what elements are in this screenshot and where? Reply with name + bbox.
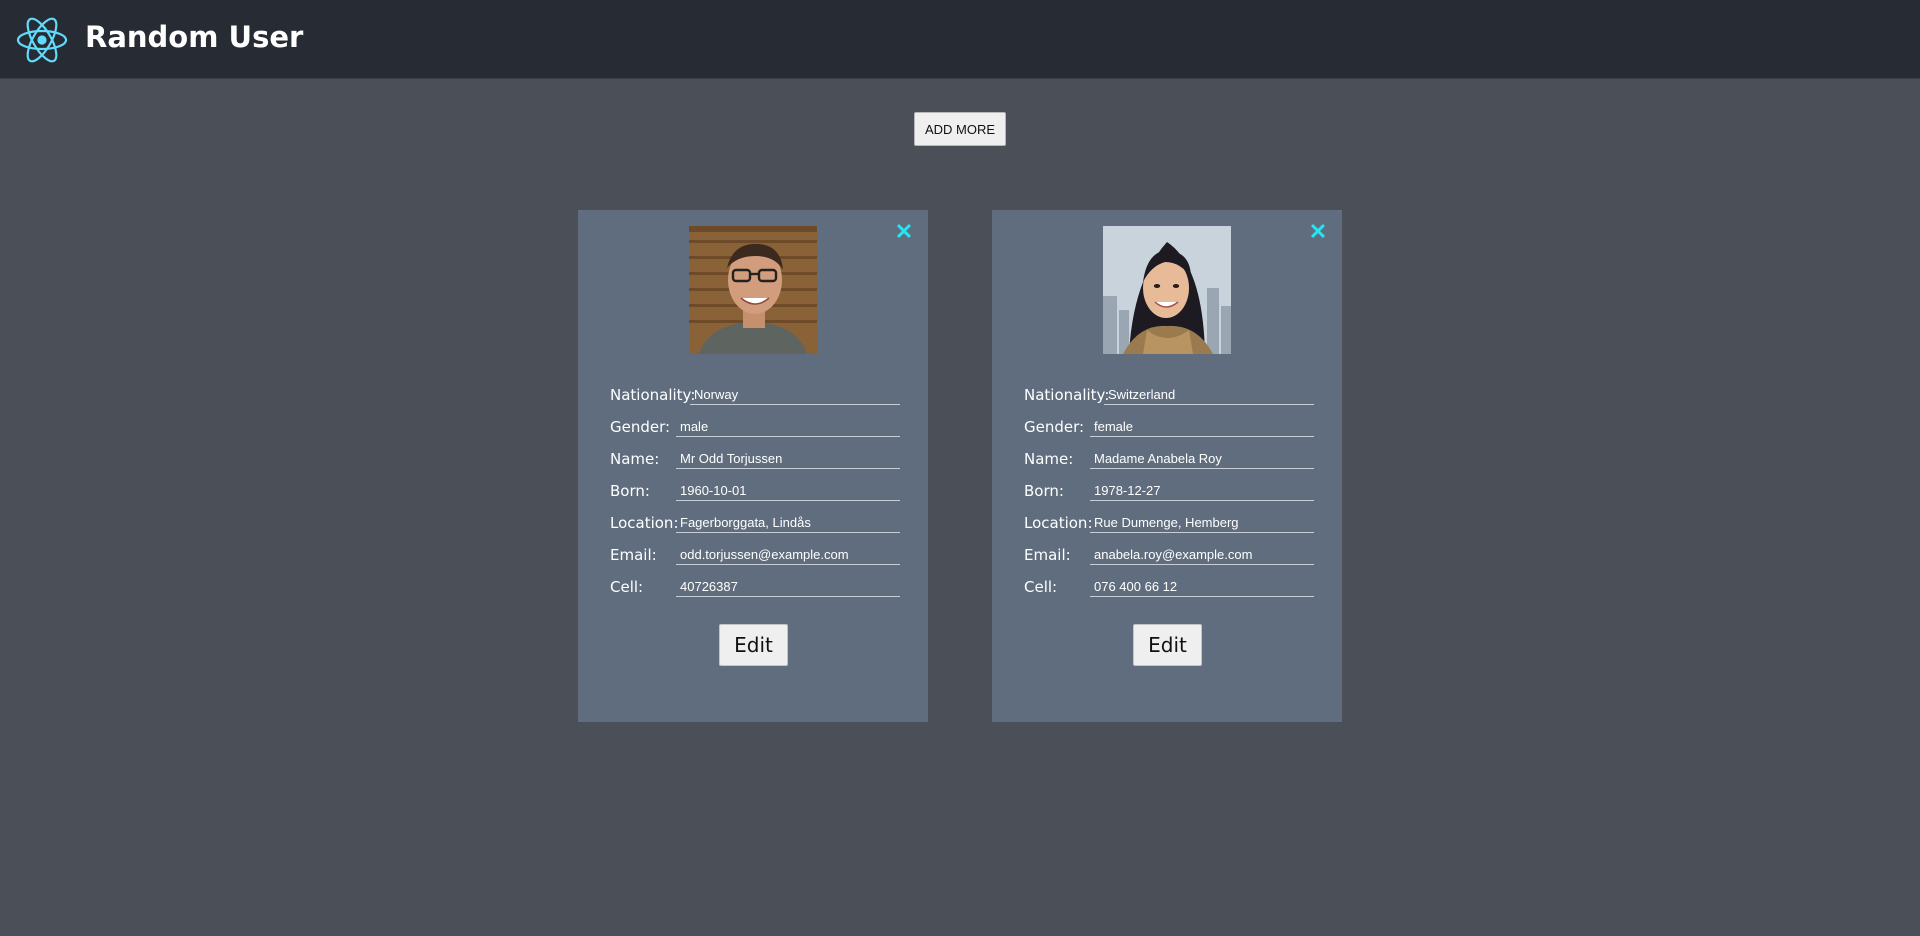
cell-label: Cell:	[610, 578, 644, 596]
born-label: Born:	[610, 482, 650, 500]
nationality-field[interactable]: Norway	[690, 384, 900, 405]
location-label: Location:	[610, 514, 679, 532]
email-row: Email: anabela.roy@example.com	[1024, 538, 1314, 570]
cell-field[interactable]: 076 400 66 12	[1090, 576, 1314, 597]
close-icon[interactable]: ✕	[1308, 221, 1328, 243]
user-card: ✕ Nationality: Norway Gender: male Name:…	[578, 210, 928, 722]
born-field[interactable]: 1978-12-27	[1090, 480, 1314, 501]
nationality-field[interactable]: Switzerland	[1104, 384, 1314, 405]
nationality-label: Nationality:	[610, 386, 696, 404]
name-row: Name: Mr Odd Torjussen	[610, 442, 900, 474]
gender-label: Gender:	[610, 418, 671, 436]
location-row: Location: Fagerborggata, Lindås	[610, 506, 900, 538]
avatar	[1103, 226, 1231, 354]
born-field[interactable]: 1960-10-01	[676, 480, 900, 501]
cell-row: Cell: 076 400 66 12	[1024, 570, 1314, 602]
user-details: Nationality: Norway Gender: male Name: M…	[610, 378, 900, 602]
email-label: Email:	[1024, 546, 1071, 564]
email-field[interactable]: odd.torjussen@example.com	[676, 544, 900, 565]
nationality-row: Nationality: Switzerland	[1024, 378, 1314, 410]
cell-label: Cell:	[1024, 578, 1058, 596]
location-field[interactable]: Fagerborggata, Lindås	[676, 512, 900, 533]
react-logo-icon[interactable]	[16, 14, 68, 66]
born-label: Born:	[1024, 482, 1064, 500]
location-label: Location:	[1024, 514, 1093, 532]
user-card: ✕ Nationality: Switzerland Gender: femal…	[992, 210, 1342, 722]
close-icon[interactable]: ✕	[894, 221, 914, 243]
born-row: Born: 1978-12-27	[1024, 474, 1314, 506]
gender-row: Gender: male	[610, 410, 900, 442]
add-more-button[interactable]: ADD MORE	[914, 112, 1006, 146]
name-row: Name: Madame Anabela Roy	[1024, 442, 1314, 474]
born-row: Born: 1960-10-01	[610, 474, 900, 506]
cell-field[interactable]: 40726387	[676, 576, 900, 597]
nationality-label: Nationality:	[1024, 386, 1110, 404]
edit-button[interactable]: Edit	[719, 624, 788, 666]
app-header: Random User	[0, 0, 1920, 79]
location-field[interactable]: Rue Dumenge, Hemberg	[1090, 512, 1314, 533]
app-title: Random User	[85, 20, 304, 54]
edit-button[interactable]: Edit	[1133, 624, 1202, 666]
user-details: Nationality: Switzerland Gender: female …	[1024, 378, 1314, 602]
name-label: Name:	[1024, 450, 1074, 468]
email-label: Email:	[610, 546, 657, 564]
cell-row: Cell: 40726387	[610, 570, 900, 602]
gender-field[interactable]: female	[1090, 416, 1314, 437]
email-row: Email: odd.torjussen@example.com	[610, 538, 900, 570]
location-row: Location: Rue Dumenge, Hemberg	[1024, 506, 1314, 538]
name-field[interactable]: Madame Anabela Roy	[1090, 448, 1314, 469]
name-field[interactable]: Mr Odd Torjussen	[676, 448, 900, 469]
gender-row: Gender: female	[1024, 410, 1314, 442]
avatar	[689, 226, 817, 354]
gender-field[interactable]: male	[676, 416, 900, 437]
name-label: Name:	[610, 450, 660, 468]
email-field[interactable]: anabela.roy@example.com	[1090, 544, 1314, 565]
nationality-row: Nationality: Norway	[610, 378, 900, 410]
gender-label: Gender:	[1024, 418, 1085, 436]
